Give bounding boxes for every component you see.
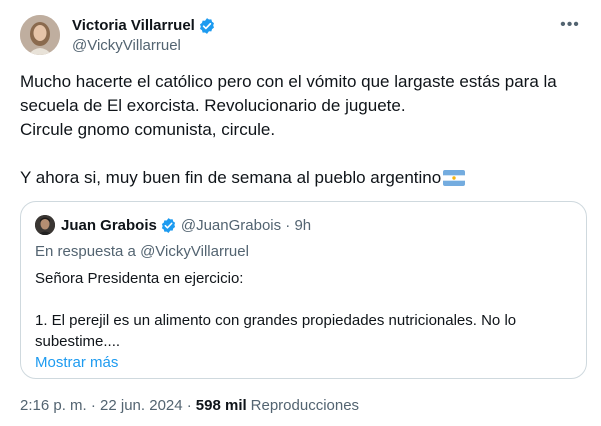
tweet: Victoria Villarruel @VickyVillarruel •••… bbox=[0, 0, 601, 426]
author-name-row: Victoria Villarruel bbox=[72, 16, 216, 36]
more-options-icon[interactable]: ••• bbox=[559, 14, 581, 36]
reply-mention[interactable]: @VickyVillarruel bbox=[140, 243, 249, 260]
quoted-tweet[interactable]: Juan Grabois @JuanGrabois · 9h En respue… bbox=[20, 201, 587, 379]
quoted-text: Señora Presidenta en ejercicio: 1. El pe… bbox=[35, 270, 517, 350]
views-label: Reproducciones bbox=[250, 397, 360, 414]
verified-badge-icon bbox=[198, 17, 216, 35]
author-names: Victoria Villarruel @VickyVillarruel bbox=[72, 14, 216, 56]
quoted-header: Juan Grabois @JuanGrabois · 9h bbox=[35, 214, 572, 236]
author-display-name[interactable]: Victoria Villarruel bbox=[72, 16, 195, 36]
quoted-display-name[interactable]: Juan Grabois bbox=[61, 217, 157, 234]
tweet-text-content: Mucho hacerte el católico pero con el vó… bbox=[20, 72, 557, 187]
views-count: 598 mil bbox=[195, 397, 247, 414]
author-avatar[interactable] bbox=[20, 15, 60, 55]
argentina-flag-icon bbox=[443, 169, 466, 193]
quoted-verified-badge-icon bbox=[160, 217, 177, 234]
quoted-handle-time: @JuanGrabois · 9h bbox=[180, 216, 312, 234]
reply-prefix: En respuesta a bbox=[35, 243, 136, 260]
tweet-timestamp[interactable]: 2:16 p. m. · 22 jun. 2024 · bbox=[20, 396, 192, 416]
tweet-text: Mucho hacerte el católico pero con el vó… bbox=[20, 70, 581, 193]
author-handle[interactable]: @VickyVillarruel bbox=[72, 36, 216, 56]
tweet-meta: 2:16 p. m. · 22 jun. 2024 · 598 mil Repr… bbox=[20, 396, 359, 416]
reply-context: En respuesta a @VickyVillarruel bbox=[35, 242, 572, 262]
quoted-avatar bbox=[35, 215, 55, 235]
tweet-header: Victoria Villarruel @VickyVillarruel ••• bbox=[20, 14, 581, 62]
show-more-link[interactable]: Mostrar más bbox=[35, 353, 572, 373]
